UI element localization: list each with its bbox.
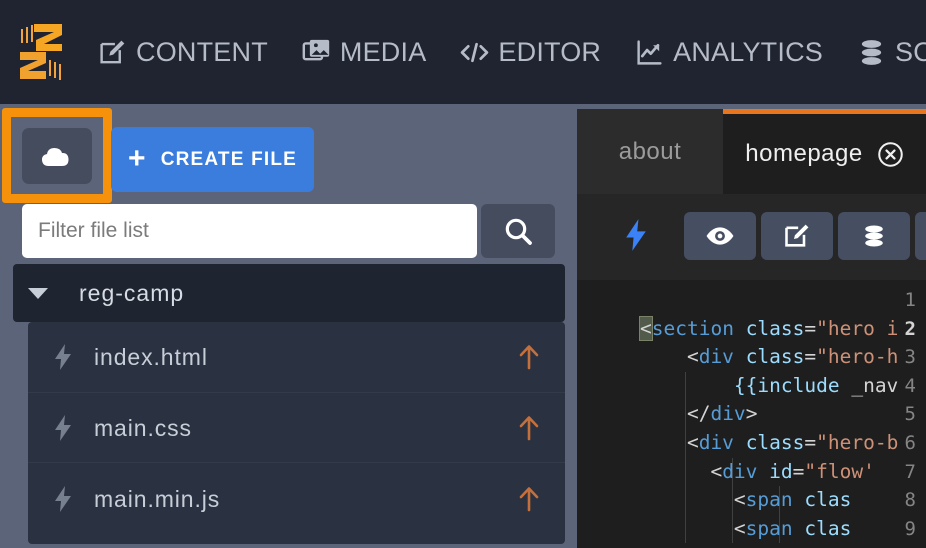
- lightning-bolt-icon: [54, 344, 76, 370]
- top-navigation-bar: CONTENT MEDIA EDITOR ANALYTICS SO: [0, 0, 926, 104]
- close-circle-icon[interactable]: [877, 141, 904, 168]
- nav-item-editor[interactable]: EDITOR: [460, 38, 601, 67]
- search-button[interactable]: [481, 204, 555, 258]
- editor-panel: about homepage 1 2 3 4 5 6 7 8 9 <sectio…: [577, 104, 926, 548]
- caret-down-icon[interactable]: [27, 286, 49, 300]
- file-name: main.css: [94, 414, 192, 441]
- line-chart-icon: [637, 39, 662, 65]
- line-number: 9: [904, 517, 916, 540]
- edit-button[interactable]: [761, 212, 833, 260]
- search-icon: [505, 218, 532, 245]
- folder-row-reg-camp[interactable]: reg-camp: [13, 264, 565, 322]
- app-root: CONTENT MEDIA EDITOR ANALYTICS SO + CREA…: [0, 0, 926, 548]
- code-line: <span clas: [640, 516, 852, 540]
- tab-homepage[interactable]: homepage: [723, 109, 926, 194]
- database-icon: [861, 39, 882, 65]
- file-tree: reg-camp index.html main.css main.min.js: [0, 264, 577, 548]
- folder-label: reg-camp: [79, 279, 185, 306]
- file-sidebar: + CREATE FILE reg-camp: [0, 104, 577, 548]
- arrow-up-icon[interactable]: [517, 414, 541, 442]
- lightning-bolt-icon: [54, 486, 76, 512]
- code-line: <div class="hero-h: [640, 345, 899, 369]
- filter-row: [0, 200, 577, 262]
- code-line: <div id="flow': [640, 459, 875, 483]
- nav-item-source[interactable]: SO: [857, 38, 926, 67]
- database-button[interactable]: [838, 212, 910, 260]
- arrow-up-icon[interactable]: [517, 343, 541, 371]
- preview-button[interactable]: [684, 212, 756, 260]
- file-name: main.min.js: [94, 485, 221, 512]
- nav-label: SO: [894, 36, 926, 67]
- tab-label: homepage: [745, 140, 863, 167]
- edit-square-icon: [100, 40, 125, 63]
- line-number: 5: [904, 403, 916, 426]
- images-icon: [302, 39, 330, 60]
- lightning-bolt-icon[interactable]: [625, 218, 647, 257]
- editor-tab-bar: about homepage: [577, 104, 926, 194]
- create-file-button[interactable]: + CREATE FILE: [111, 127, 314, 192]
- file-rows-container: index.html main.css main.min.js: [28, 322, 565, 544]
- line-number: 1: [904, 289, 916, 311]
- zesty-logo[interactable]: [14, 21, 68, 83]
- file-name: index.html: [94, 343, 208, 370]
- code-line: <span clas: [640, 488, 852, 512]
- eye-icon: [706, 227, 734, 245]
- settings-button[interactable]: [915, 212, 926, 260]
- line-number: 8: [904, 489, 916, 512]
- code-line: {{include _nav: [640, 373, 899, 397]
- code-line: <section class="hero i: [639, 315, 899, 341]
- create-file-label: CREATE FILE: [160, 148, 298, 170]
- database-icon: [865, 225, 883, 247]
- nav-label: ANALYTICS: [673, 36, 823, 67]
- nav-item-content[interactable]: CONTENT: [98, 38, 268, 67]
- file-row-index-html[interactable]: index.html: [28, 322, 565, 392]
- nav-label: CONTENT: [136, 36, 268, 67]
- file-row-main-min-js[interactable]: main.min.js: [28, 464, 565, 534]
- code-editor[interactable]: 123456789 <section class="hero i <div cl…: [577, 280, 926, 548]
- nav-item-media[interactable]: MEDIA: [302, 38, 427, 67]
- code-line: <div class="hero-b: [640, 431, 899, 454]
- editor-toolbar: [577, 194, 926, 280]
- lightning-bolt-icon: [54, 415, 76, 441]
- nav-label: MEDIA: [339, 36, 427, 67]
- nav-label: EDITOR: [498, 36, 602, 67]
- plus-icon: +: [127, 141, 147, 175]
- edit-square-icon: [785, 224, 809, 247]
- sidebar-toolbar: + CREATE FILE: [0, 104, 577, 203]
- tab-about[interactable]: about: [577, 109, 723, 194]
- code-brackets-icon: [461, 42, 489, 62]
- upload-file-button[interactable]: [22, 128, 92, 184]
- tab-label: about: [618, 137, 682, 165]
- filter-file-list-input[interactable]: [22, 204, 477, 258]
- arrow-up-icon[interactable]: [517, 485, 541, 513]
- cloud-upload-icon: [41, 148, 69, 166]
- nav-item-analytics[interactable]: ANALYTICS: [635, 38, 823, 67]
- code-line: </div>: [640, 402, 758, 426]
- file-row-main-css[interactable]: main.css: [28, 393, 565, 463]
- line-number-gutter: [577, 280, 640, 548]
